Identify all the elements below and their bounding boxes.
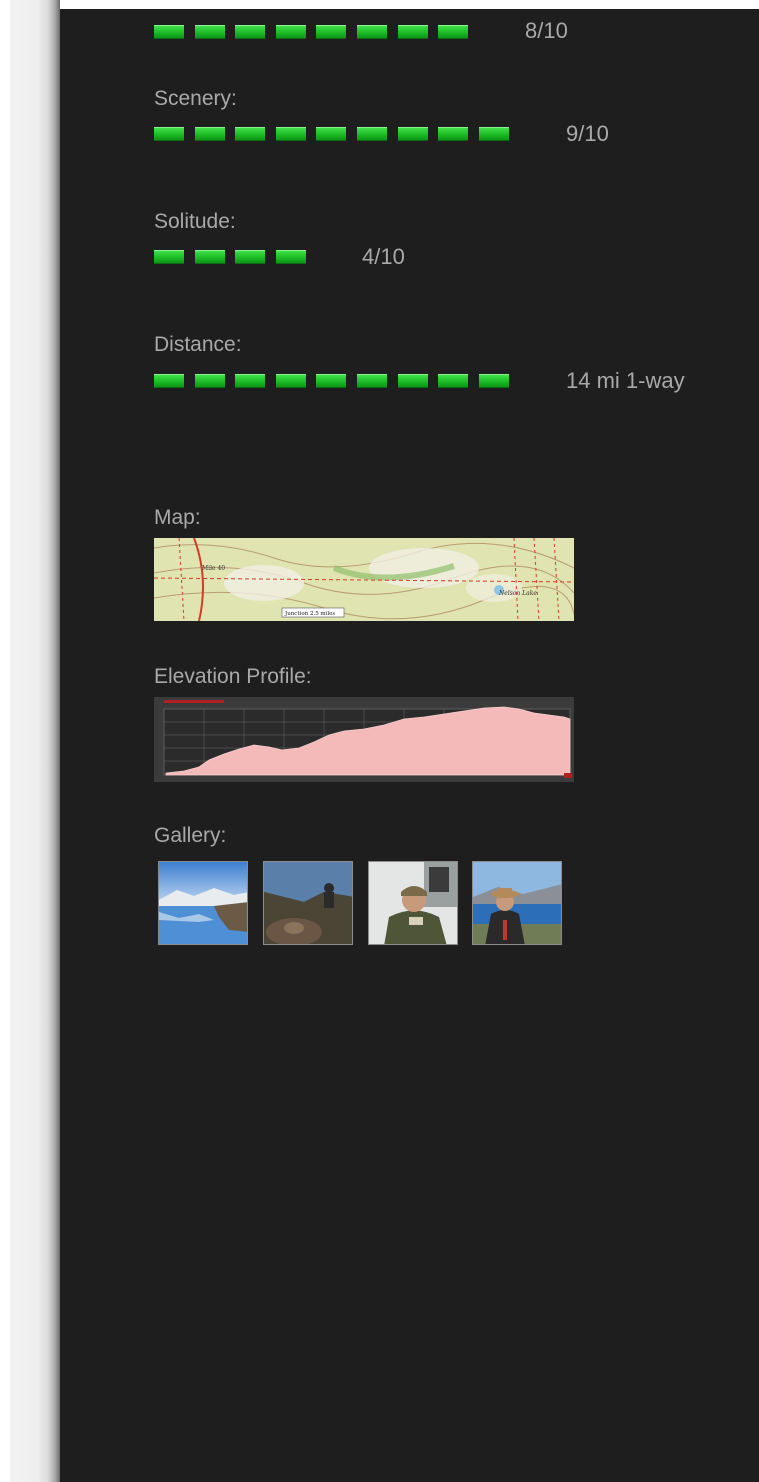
map-text-mile: Mile 40	[202, 565, 225, 572]
rating-bar-segment	[194, 250, 225, 264]
rating-score-scenery: 9/10	[566, 121, 609, 146]
topo-map-graphic: Mile 40 Nelson Lake Junction 2.5 miles	[154, 538, 574, 621]
rating-bar-segment	[275, 374, 306, 388]
rating-label-distance: Distance:	[154, 333, 242, 356]
rating-bar-segment	[397, 25, 428, 39]
rating-bar-segment	[235, 250, 266, 264]
rating-bar-segment	[275, 250, 306, 264]
rating-bar-segment	[438, 127, 469, 141]
rating-bar-segment	[438, 25, 469, 39]
rating-bar-segment	[154, 374, 184, 388]
rating-bar-segment	[154, 127, 184, 141]
rating-score-1: 8/10	[525, 18, 568, 43]
rating-bar-segment	[235, 25, 266, 39]
rating-bar-segment	[316, 25, 347, 39]
rating-bar-segment	[154, 250, 184, 264]
elevation-profile-graphic	[154, 697, 574, 782]
map-text-lake: Nelson Lake	[498, 590, 537, 597]
rating-bar-segment	[357, 374, 387, 388]
rating-bar-segment	[397, 374, 428, 388]
rating-score-distance: 14 mi 1-way	[566, 368, 685, 393]
rating-bar-segment	[194, 127, 225, 141]
rating-bar-segment	[438, 374, 469, 388]
rating-bar-segment	[275, 25, 306, 39]
rating-bar-segment	[194, 25, 225, 39]
rating-label-solitude: Solitude:	[154, 210, 236, 233]
rating-bar-segment	[316, 374, 347, 388]
gallery-thumb-campfire[interactable]	[263, 861, 353, 945]
rating-bar-segment	[357, 127, 387, 141]
map-text-scale: Junction 2.5 miles	[284, 611, 335, 617]
lake-portrait-photo	[473, 862, 561, 944]
left-rail-shadow	[10, 0, 60, 1482]
rating-bar-segment	[235, 127, 266, 141]
rating-bar-segment	[154, 25, 184, 39]
campfire-photo	[264, 862, 352, 944]
rating-bar-segment	[194, 374, 225, 388]
rating-label-scenery: Scenery:	[154, 87, 237, 110]
rating-bar-segment	[235, 374, 266, 388]
gallery-thumb-lake-portrait[interactable]	[472, 861, 562, 945]
rating-bar-segment	[478, 374, 509, 388]
lake-reflection-photo	[159, 862, 247, 944]
rating-bar-segment	[357, 25, 387, 39]
elevation-profile-image[interactable]	[154, 697, 574, 782]
elevation-heading: Elevation Profile:	[154, 665, 312, 688]
rating-bar-segment	[316, 127, 347, 141]
topo-map-image[interactable]: Mile 40 Nelson Lake Junction 2.5 miles	[154, 538, 574, 621]
rating-bar-segment	[478, 127, 509, 141]
tent-portrait-photo	[369, 862, 457, 944]
rating-bar-segment	[275, 127, 306, 141]
gallery-heading: Gallery:	[154, 824, 227, 847]
gallery-thumb-lake-reflection[interactable]	[158, 861, 248, 945]
content-panel: 8/10 Scenery: 9/10 Solitude: 4/10 Distan…	[60, 9, 759, 1482]
map-heading: Map:	[154, 506, 201, 529]
rating-score-solitude: 4/10	[362, 244, 405, 269]
gallery-thumb-tent-portrait[interactable]	[368, 861, 458, 945]
rating-bar-segment	[397, 127, 428, 141]
